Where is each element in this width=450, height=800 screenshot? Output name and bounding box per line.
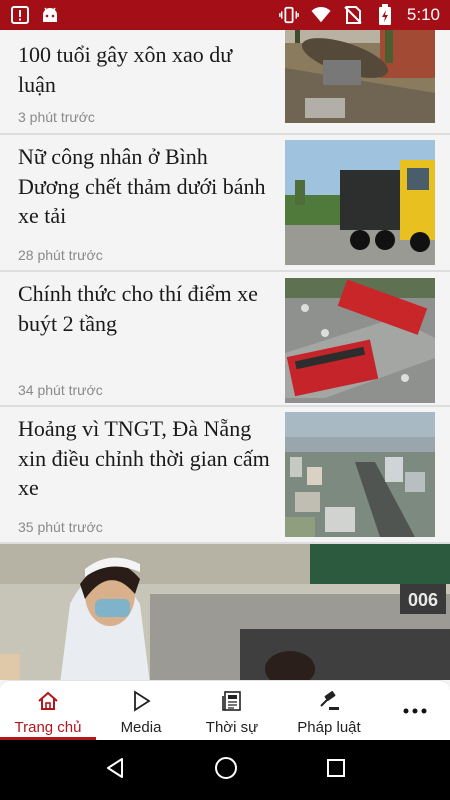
home-icon xyxy=(36,689,60,713)
article-title[interactable]: Nữ công nhân ở Bình Dương chết thảm dưới… xyxy=(18,142,270,231)
no-sim-icon xyxy=(343,5,363,25)
newspaper-icon xyxy=(220,689,244,713)
article-time: 3 phút trước xyxy=(18,109,95,125)
tab-label: Media xyxy=(120,719,162,736)
bottom-tab-bar: Trang chủ Media Thời sự Pháp luật xyxy=(0,680,450,740)
article-thumbnail[interactable] xyxy=(285,278,435,403)
article-time: 34 phút trước xyxy=(18,382,103,398)
android-icon xyxy=(40,5,60,25)
article-card[interactable]: Hoảng vì TNGT, Đà Nẵng xin điều chỉnh th… xyxy=(0,407,450,544)
tab-trang-chu[interactable]: Trang chủ xyxy=(0,681,96,740)
article-title[interactable]: 100 tuổi gây xôn xao dư luận xyxy=(18,40,270,99)
tab-label: Trang chủ xyxy=(14,719,82,736)
article-card[interactable]: Chính thức cho thí điểm xe buýt 2 tầng 3… xyxy=(0,272,450,407)
article-title[interactable]: Hoảng vì TNGT, Đà Nẵng xin điều chỉnh th… xyxy=(18,414,270,503)
news-feed[interactable]: 100 tuổi gây xôn xao dư luận 3 phút trướ… xyxy=(0,30,450,680)
vibrate-icon xyxy=(279,5,299,25)
article-card[interactable]: Nữ công nhân ở Bình Dương chết thảm dưới… xyxy=(0,135,450,272)
article-time: 28 phút trước xyxy=(18,247,103,263)
article-thumbnail[interactable] xyxy=(285,412,435,537)
featured-image[interactable]: 006 xyxy=(0,544,450,680)
article-thumbnail[interactable] xyxy=(285,140,435,265)
battery-icon xyxy=(375,4,395,25)
tab-thoi-su[interactable]: Thời sự xyxy=(186,681,278,740)
play-icon xyxy=(129,689,153,713)
recents-icon[interactable] xyxy=(325,757,347,784)
article-card[interactable]: 100 tuổi gây xôn xao dư luận 3 phút trướ… xyxy=(0,30,450,135)
home-circle-icon[interactable] xyxy=(213,755,239,786)
system-nav-bar xyxy=(0,740,450,800)
clock: 5:10 xyxy=(406,5,440,24)
more-icon xyxy=(403,699,427,723)
article-title[interactable]: Chính thức cho thí điểm xe buýt 2 tầng xyxy=(18,279,270,338)
article-thumbnail[interactable] xyxy=(285,30,435,123)
alert-icon xyxy=(10,5,30,25)
tab-label: Pháp luật xyxy=(297,719,361,736)
more-tabs-button[interactable] xyxy=(380,681,450,740)
tab-label: Thời sự xyxy=(205,719,259,736)
gavel-icon xyxy=(317,689,341,713)
article-time: 35 phút trước xyxy=(18,519,103,535)
tab-media[interactable]: Media xyxy=(96,681,186,740)
tab-phap-luat[interactable]: Pháp luật xyxy=(278,681,380,740)
status-bar: 5:10 xyxy=(0,0,450,30)
room-number-label: 006 xyxy=(408,590,438,610)
wifi-icon xyxy=(311,5,331,25)
back-icon[interactable] xyxy=(103,756,127,785)
